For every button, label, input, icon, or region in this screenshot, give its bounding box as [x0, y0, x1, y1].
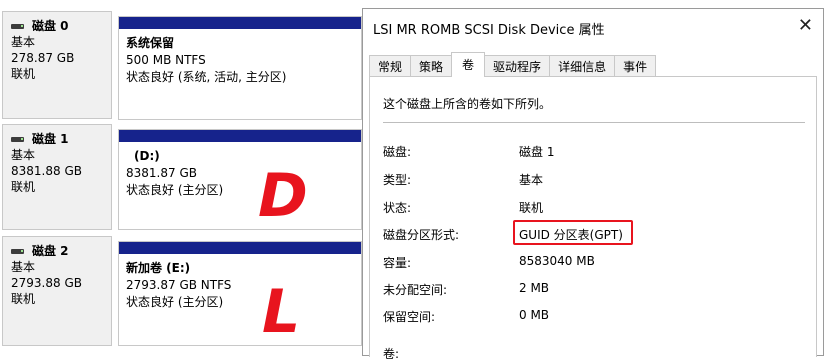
disk-2-title: 磁盘 2: [11, 243, 111, 259]
disk-0-name: 磁盘 0: [32, 19, 69, 33]
disk-2-status: 联机: [11, 292, 36, 306]
partition-label: (D:): [134, 149, 160, 163]
tab-details[interactable]: 详细信息: [549, 55, 616, 77]
annotation-letter-d: D: [258, 161, 308, 231]
partition-size: 500 MB NTFS: [126, 53, 206, 67]
field-value: 0 MB: [519, 308, 550, 322]
tab-events[interactable]: 事件: [614, 55, 657, 77]
partition-bar: [119, 17, 361, 29]
field-value: 磁盘 1: [519, 145, 555, 159]
field-label: 类型:: [383, 173, 412, 187]
disk-1-status: 联机: [11, 180, 36, 194]
disk-1-info[interactable]: 磁盘 1 基本 8381.88 GB 联机: [2, 124, 112, 230]
annotation-letter-l: L: [262, 277, 301, 347]
volumes-description: 这个磁盘上所含的卷如下所列。: [383, 97, 552, 111]
tab-driver[interactable]: 驱动程序: [484, 55, 551, 77]
disk-1-type: 基本: [11, 148, 36, 162]
partition-size: 2793.87 GB NTFS: [126, 278, 232, 292]
field-label: 未分配空间:: [383, 283, 448, 297]
partition-bar: [119, 242, 361, 254]
partition-label: 系统保留: [126, 36, 175, 50]
disk-0-status: 联机: [11, 67, 36, 81]
field-label: 保留空间:: [383, 310, 436, 324]
partition-bar: [119, 130, 361, 142]
disk-0-partition[interactable]: 系统保留 500 MB NTFS 状态良好 (系统, 活动, 主分区): [118, 16, 362, 120]
tab-general[interactable]: 常规: [369, 55, 412, 77]
field-value: 8583040 MB: [519, 254, 595, 268]
field-label: 磁盘:: [383, 145, 412, 159]
disk-1-partition[interactable]: (D:) 8381.87 GB 状态良好 (主分区): [118, 129, 362, 230]
divider: [383, 122, 805, 123]
disk-2-type: 基本: [11, 260, 36, 274]
disk-1-size: 8381.88 GB: [11, 164, 82, 178]
partition-health: 状态良好 (主分区): [126, 295, 224, 309]
partition-size: 8381.87 GB: [126, 166, 197, 180]
disk-1-title: 磁盘 1: [11, 131, 111, 147]
dialog-title: LSI MR ROMB SCSI Disk Device 属性: [373, 23, 605, 38]
disk-2-partition[interactable]: 新加卷 (E:) 2793.87 GB NTFS 状态良好 (主分区): [118, 241, 362, 346]
field-value: 2 MB: [519, 281, 550, 295]
disk-0-type: 基本: [11, 35, 36, 49]
disk-drive-icon: [11, 136, 24, 142]
disk-drive-icon: [11, 248, 24, 254]
disk-drive-icon: [11, 23, 24, 29]
disk-2-size: 2793.88 GB: [11, 276, 82, 290]
tab-policies[interactable]: 策略: [410, 55, 453, 77]
close-icon[interactable]: ✕: [798, 15, 813, 36]
field-label: 磁盘分区形式:: [383, 228, 460, 242]
tab-volumes[interactable]: 卷: [451, 52, 486, 77]
disk-properties-dialog: LSI MR ROMB SCSI Disk Device 属性 ✕ 常规 策略 …: [362, 8, 824, 361]
volumes-label: 卷:: [383, 347, 400, 361]
field-value: GUID 分区表(GPT): [519, 228, 623, 242]
field-label: 容量:: [383, 256, 412, 270]
disk-management-panel: 磁盘 0 基本 278.87 GB 联机 系统保留 500 MB NTFS 状态…: [0, 0, 362, 356]
disk-0-title: 磁盘 0: [11, 18, 111, 34]
disk-2-info[interactable]: 磁盘 2 基本 2793.88 GB 联机: [2, 236, 112, 346]
partition-label: 新加卷 (E:): [126, 261, 191, 275]
partition-health: 状态良好 (系统, 活动, 主分区): [126, 70, 287, 84]
disk-2-name: 磁盘 2: [32, 244, 69, 258]
disk-0-size: 278.87 GB: [11, 51, 75, 65]
dialog-tabs: 常规 策略 卷 驱动程序 详细信息 事件: [369, 52, 657, 77]
disk-1-name: 磁盘 1: [32, 132, 69, 146]
volumes-tab-panel: 这个磁盘上所含的卷如下所列。 磁盘: 磁盘 1 类型: 基本 状态: 联机 磁盘…: [369, 76, 817, 361]
field-label: 状态:: [383, 201, 412, 215]
field-value: 基本: [519, 173, 544, 187]
disk-0-info[interactable]: 磁盘 0 基本 278.87 GB 联机: [2, 11, 112, 119]
field-value: 联机: [519, 201, 544, 215]
partition-health: 状态良好 (主分区): [126, 183, 224, 197]
